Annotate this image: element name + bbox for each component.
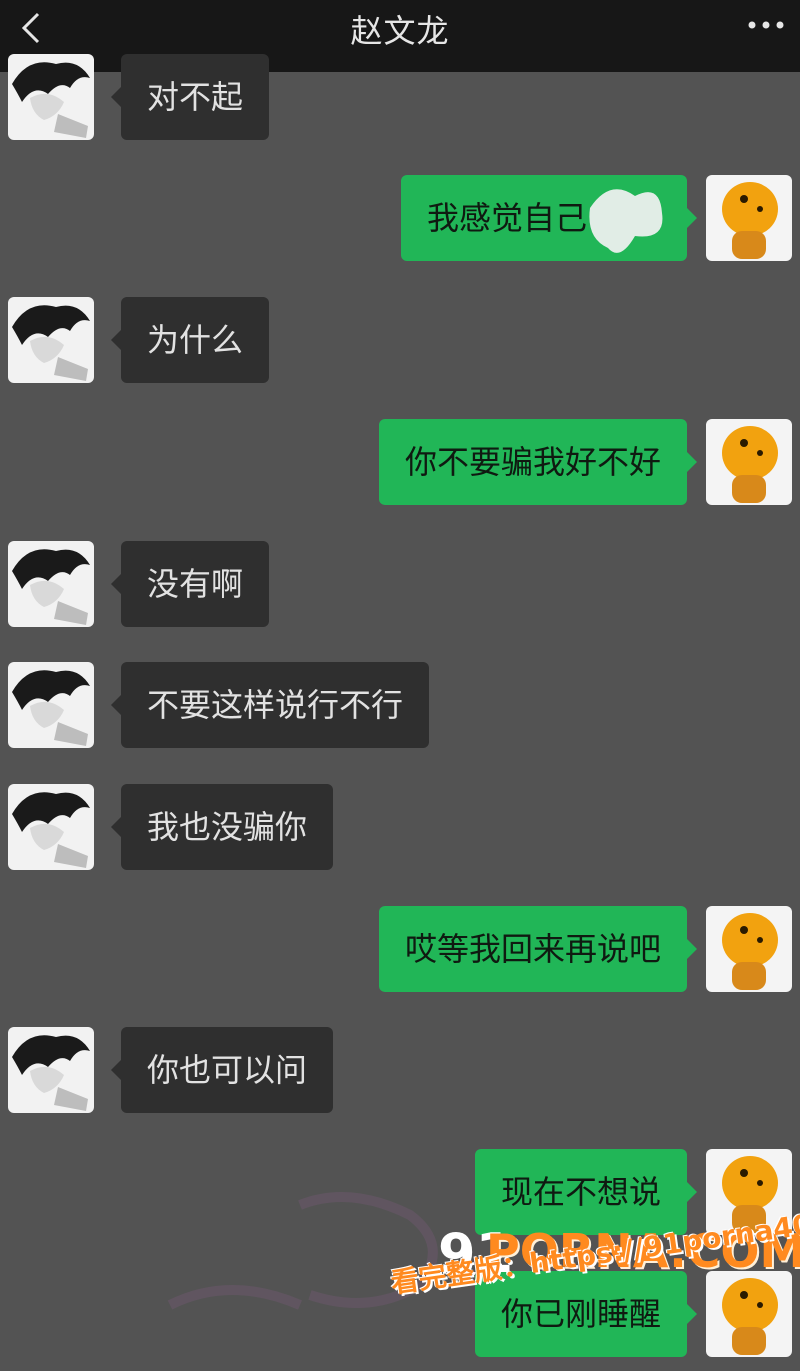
message-bubble[interactable]: 你不要骗我好不好 xyxy=(378,419,697,505)
message-bubble[interactable]: 不要这样说行不行 xyxy=(111,662,430,748)
anime-character-avatar-icon xyxy=(8,1027,94,1113)
chat-title: 赵文龙 xyxy=(350,12,450,50)
chat-screen: 赵文龙 对不起 我感觉自己 为什么 你不要骗我好不好 没有啊 不要这样说行不行 … xyxy=(0,0,800,1371)
message-bubble[interactable]: 没有啊 xyxy=(111,541,270,627)
contact-avatar[interactable] xyxy=(8,1027,94,1113)
message-text: 不要这样说行不行 xyxy=(147,686,404,724)
top-bar: 赵文龙 xyxy=(0,0,800,72)
yellow-figure-avatar-icon xyxy=(706,419,792,505)
contact-avatar[interactable] xyxy=(8,54,94,140)
anime-character-avatar-icon xyxy=(8,297,94,383)
message-text: 对不起 xyxy=(147,78,244,116)
message-bubble[interactable]: 哎等我回来再说吧 xyxy=(378,906,697,992)
contact-avatar[interactable] xyxy=(8,541,94,627)
message-bubble[interactable]: 我也没骗你 xyxy=(111,784,334,870)
message-text: 我也没骗你 xyxy=(147,808,308,846)
message-text: 哎等我回来再说吧 xyxy=(404,930,661,968)
contact-avatar[interactable] xyxy=(8,662,94,748)
anime-character-avatar-icon xyxy=(8,54,94,140)
self-avatar[interactable] xyxy=(706,906,792,992)
yellow-figure-avatar-icon xyxy=(706,906,792,992)
self-avatar[interactable] xyxy=(706,419,792,505)
message-bubble[interactable]: 对不起 xyxy=(111,54,270,140)
message-bubble[interactable]: 为什么 xyxy=(111,297,270,383)
self-avatar[interactable] xyxy=(706,175,792,261)
message-text: 我感觉自己 xyxy=(426,199,587,237)
anime-character-avatar-icon xyxy=(8,541,94,627)
yellow-figure-avatar-icon xyxy=(706,175,792,261)
message-text: 你也可以问 xyxy=(147,1051,308,1089)
message-bubble[interactable]: 你也可以问 xyxy=(111,1027,334,1113)
scribble-overlay xyxy=(589,189,663,253)
message-text: 你不要骗我好不好 xyxy=(404,443,661,481)
more-button[interactable] xyxy=(746,10,786,40)
anime-character-avatar-icon xyxy=(8,784,94,870)
message-text: 为什么 xyxy=(147,321,244,359)
message-text: 现在不想说 xyxy=(500,1173,661,1211)
contact-avatar[interactable] xyxy=(8,297,94,383)
message-text: 没有啊 xyxy=(147,565,244,603)
contact-avatar[interactable] xyxy=(8,784,94,870)
anime-character-avatar-icon xyxy=(8,662,94,748)
more-dots-icon xyxy=(748,21,784,29)
